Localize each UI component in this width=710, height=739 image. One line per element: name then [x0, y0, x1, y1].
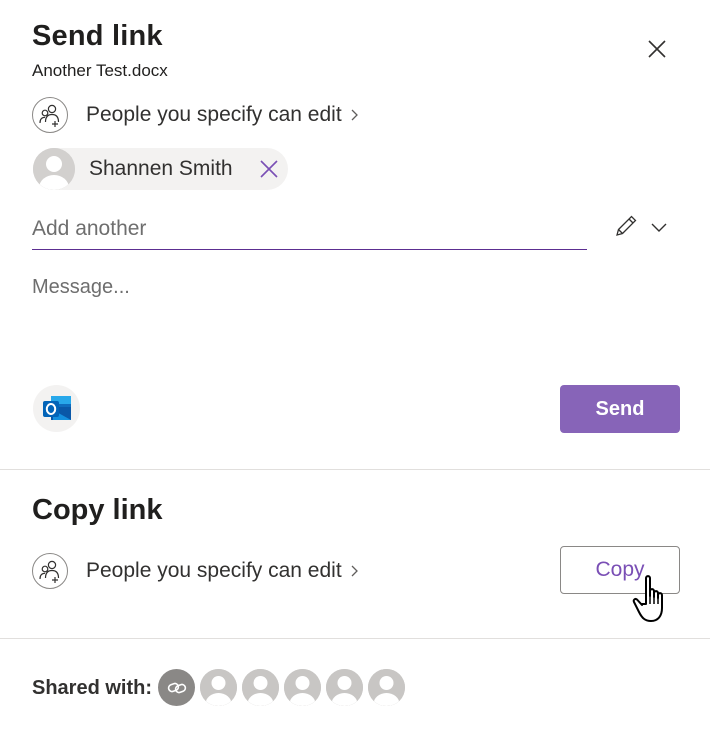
- copy-permission-selector[interactable]: People you specify can edit: [32, 553, 360, 589]
- avatar[interactable]: [200, 669, 237, 706]
- send-button[interactable]: Send: [560, 385, 680, 433]
- people-add-icon: [32, 553, 68, 589]
- avatar[interactable]: [284, 669, 321, 706]
- outlook-button[interactable]: [33, 385, 80, 432]
- recipient-name: Shannen Smith: [89, 157, 233, 180]
- file-name: Another Test.docx: [32, 61, 168, 80]
- send-permission-text: People you specify can edit: [86, 103, 342, 126]
- copy-permission-text: People you specify can edit: [86, 559, 342, 582]
- edit-permission-button[interactable]: [611, 211, 641, 241]
- chevron-right-icon: [350, 108, 360, 122]
- recipient-chip: Shannen Smith: [33, 148, 288, 190]
- add-recipient-input[interactable]: [32, 208, 587, 250]
- close-button[interactable]: [641, 33, 673, 65]
- section-divider: [0, 638, 710, 639]
- close-icon: [260, 160, 278, 178]
- copy-link-title: Copy link: [32, 494, 163, 526]
- close-icon: [648, 40, 666, 58]
- people-add-icon: [32, 97, 68, 133]
- chevron-right-icon: [350, 564, 360, 578]
- avatar[interactable]: [368, 669, 405, 706]
- permission-dropdown-button[interactable]: [646, 214, 672, 240]
- avatar[interactable]: [242, 669, 279, 706]
- section-divider: [0, 469, 710, 470]
- shared-with-label: Shared with:: [32, 677, 153, 699]
- avatar: [33, 148, 75, 190]
- outlook-icon: [42, 395, 71, 420]
- pencil-icon: [616, 215, 637, 236]
- message-field[interactable]: [32, 276, 672, 356]
- send-link-title: Send link: [32, 20, 163, 52]
- remove-recipient-button[interactable]: [257, 157, 281, 181]
- send-permission-selector[interactable]: People you specify can edit: [32, 97, 360, 133]
- shared-with-list: [158, 669, 410, 706]
- link-icon[interactable]: [158, 669, 195, 706]
- chevron-down-icon: [651, 223, 667, 232]
- copy-button[interactable]: Copy: [560, 546, 680, 594]
- avatar[interactable]: [326, 669, 363, 706]
